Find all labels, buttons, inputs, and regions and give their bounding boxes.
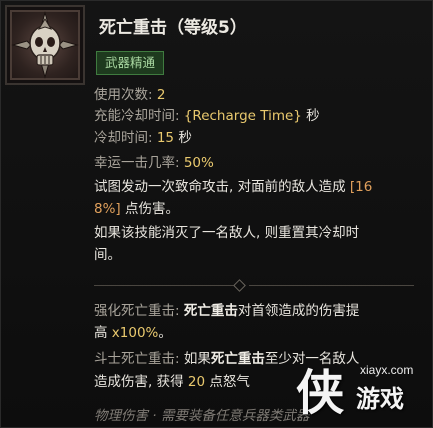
luck-row: 幸运一击几率: 50% [94,153,214,173]
description-line-4: 间。 [94,245,121,265]
enhance-1-label: 强化死亡重击: [94,303,184,319]
description-text: 试图发动一次致命攻击, 对面前的敌人造成 [94,179,350,195]
description-line-3: 如果该技能消灭了一名敌人, 则重置其冷却时 [94,223,359,243]
damage-value: [16 [349,179,373,195]
watermark-logo-char: 侠 [296,365,345,421]
enhance-2-label: 斗士死亡重击: [94,351,184,367]
recharge-row: 充能冷却时间: {Recharge Time} 秒 [94,106,320,126]
uses-label: 使用次数: [94,87,157,103]
enhance-2-line-2: 造成伤害, 获得 20 点怒气 [94,372,250,392]
death-blow-skull-icon [5,5,85,85]
divider-diamond-icon [233,279,246,292]
description-text: 如果该技能消灭了一名敌人, 则重置其冷却时 [94,225,360,241]
cooldown-unit: 秒 [174,130,192,146]
enhance-1-skill-name: 死亡重击 [183,303,238,319]
skill-title: 死亡重击（等级5） [99,18,247,38]
description-text: 点伤害。 [120,201,179,217]
enhance-1-text: 。 [158,325,172,341]
skill-category-badge: 武器精通 [96,51,165,75]
cooldown-label: 冷却时间: [94,130,157,146]
enhance-2-value: 20 [187,374,206,390]
enhance-1-text: 对首领造成的伤害提 [237,303,360,319]
enhance-1-line-2: 高 x100%。 [94,323,172,343]
recharge-unit: 秒 [301,108,320,124]
description-line-2: 8%] 点伤害。 [94,199,179,219]
uses-row: 使用次数: 2 [94,85,165,105]
description-text: 间。 [94,247,121,263]
enhance-2-text: 造成伤害, 获得 [94,374,188,390]
section-divider [94,279,414,292]
enhance-1-text: 高 [94,325,112,341]
watermark-url: xiayx.com [360,363,414,377]
damage-value: 8%] [94,201,121,217]
site-watermark: 侠 xiayx.com 游戏 [296,353,426,421]
enhance-2-text: 如果 [183,351,211,367]
watermark-name: 游戏 [356,385,404,413]
enhance-2-skill-name: 死亡重击 [210,351,265,367]
recharge-value: {Recharge Time} [183,108,302,124]
recharge-label: 充能冷却时间: [94,108,184,124]
enhance-1-line-1: 强化死亡重击: 死亡重击对首领造成的伤害提 [94,301,359,321]
enhance-2-text: 点怒气 [205,374,250,390]
footer-tags: 物理伤害 · 需要装备任意兵器类武器 [94,408,310,424]
enhance-1-value: x100% [111,325,159,341]
divider-line-left [94,285,234,286]
cooldown-value: 15 [156,130,175,146]
luck-value: 50% [183,155,214,171]
uses-value: 2 [156,87,166,103]
skill-tooltip: 死亡重击（等级5） 武器精通 使用次数: 2 充能冷却时间: {Recharge… [0,0,433,428]
divider-line-right [249,285,414,286]
description-line-1: 试图发动一次致命攻击, 对面前的敌人造成 [16 [94,177,372,197]
cooldown-row: 冷却时间: 15 秒 [94,128,192,148]
luck-label: 幸运一击几率: [94,155,184,171]
